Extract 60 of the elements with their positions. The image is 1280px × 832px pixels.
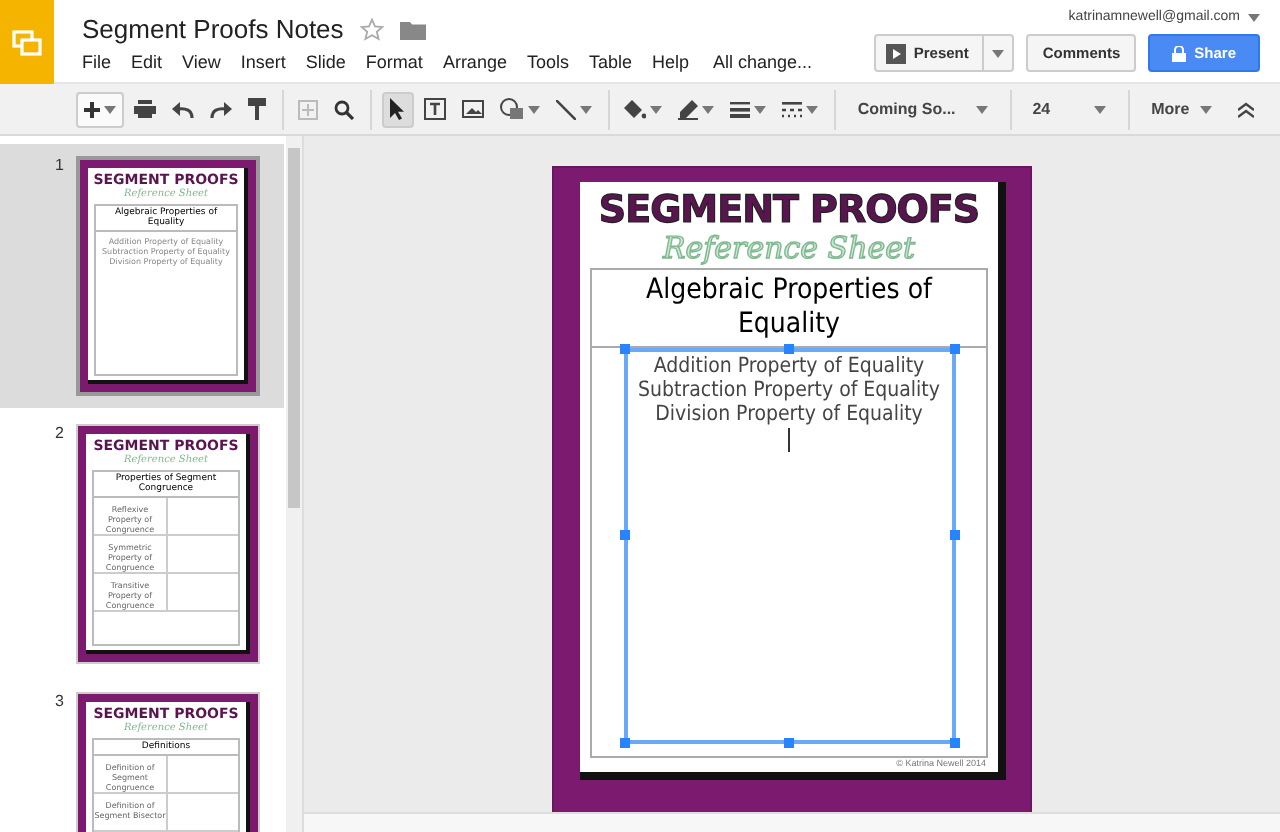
play-icon[interactable] [885, 43, 906, 63]
menu-item[interactable]: Edit [131, 52, 163, 72]
caret-icon[interactable] [992, 49, 1005, 57]
document-title[interactable]: Segment Proofs Notes [82, 14, 344, 44]
caret-icon[interactable] [1199, 105, 1212, 113]
folder-icon[interactable] [399, 19, 426, 39]
scrollbar-thumb[interactable] [288, 148, 300, 508]
redo-icon[interactable] [210, 101, 232, 117]
caret-icon[interactable] [527, 105, 540, 113]
pointer-icon[interactable] [389, 98, 406, 120]
text-line: Addition Property of Equality [653, 354, 925, 378]
collapse-icon[interactable] [1237, 101, 1254, 117]
caret-icon[interactable] [104, 105, 116, 113]
shapes-icon[interactable] [499, 98, 524, 120]
menu-item[interactable]: Table [588, 52, 632, 72]
pen-icon[interactable] [678, 99, 699, 119]
caret-icon[interactable] [579, 105, 592, 113]
text-box-icon[interactable] [423, 98, 446, 120]
menu-item[interactable]: File [82, 52, 112, 72]
menu-item[interactable]: Slide [305, 52, 346, 72]
line-dash-icon[interactable] [782, 101, 803, 117]
image-icon[interactable] [461, 100, 484, 118]
slide-number: 3 [53, 692, 64, 714]
fill-color-icon[interactable] [624, 99, 647, 119]
font-dropdown[interactable]: Coming So... [845, 91, 1000, 127]
save-status[interactable]: All change... [713, 52, 813, 72]
new-slide-button[interactable] [76, 91, 124, 127]
caret-icon[interactable] [702, 105, 715, 113]
menu-item[interactable]: Arrange [442, 52, 507, 72]
lock-icon [1172, 45, 1187, 61]
slide-title: SEGMENT PROOFS [598, 188, 980, 232]
zoom-icon[interactable] [334, 99, 355, 119]
more-button[interactable]: More [1139, 91, 1224, 127]
slide-number: 2 [53, 424, 64, 446]
plus-icon[interactable] [84, 101, 100, 117]
menu-item[interactable]: Insert [240, 52, 286, 72]
text-line: Division Property of Equality [655, 402, 923, 426]
slide-number: 1 [53, 156, 64, 178]
menu-item[interactable]: Format [365, 52, 423, 72]
slide-subtitle: Reference Sheet [662, 232, 916, 264]
select-button[interactable] [381, 91, 414, 127]
caret-icon[interactable] [975, 105, 988, 113]
line-icon[interactable] [555, 99, 576, 119]
menu-item[interactable]: Help [652, 52, 690, 72]
caret-icon[interactable] [1248, 13, 1260, 21]
print-icon[interactable] [134, 100, 156, 118]
paint-format-icon[interactable] [248, 98, 266, 120]
caret-icon[interactable] [806, 105, 819, 113]
caret-icon[interactable] [1094, 105, 1107, 113]
line-weight-icon[interactable] [730, 101, 751, 117]
menu-item[interactable]: View [182, 52, 221, 72]
menu-item[interactable]: Tools [526, 52, 569, 72]
star-icon[interactable] [359, 17, 384, 41]
text-box[interactable]: Addition Property of Equality Subtraction Property of Equality Division Property of Equality [623, 348, 955, 744]
font-size-dropdown[interactable]: 24 [1020, 91, 1119, 127]
caret-icon[interactable] [650, 105, 663, 113]
text-cursor [788, 428, 790, 452]
undo-icon[interactable] [172, 101, 194, 117]
text-line: Subtraction Property of Equality [638, 378, 940, 402]
caret-icon[interactable] [754, 105, 767, 113]
